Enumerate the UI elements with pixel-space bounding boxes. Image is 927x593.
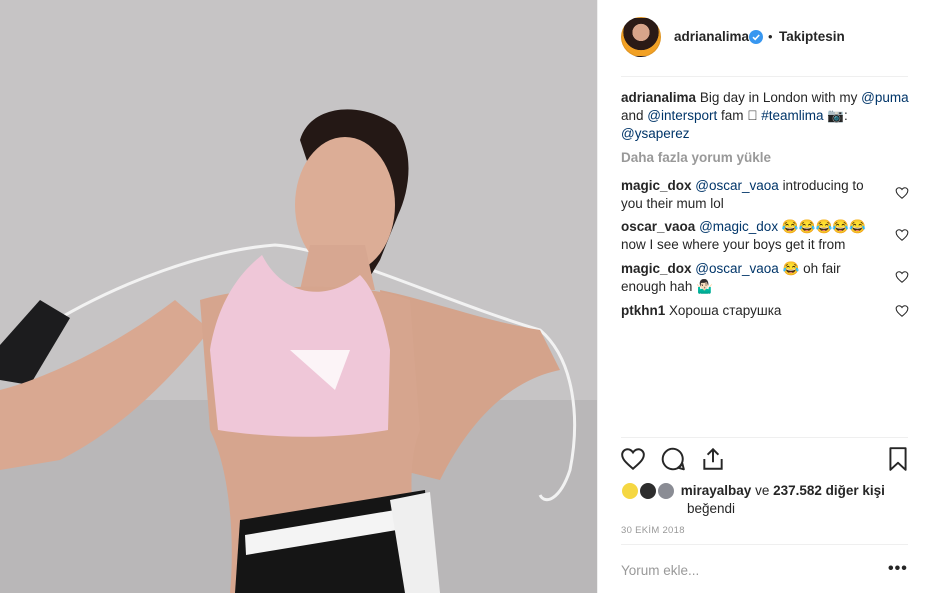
- caption-text: and: [621, 108, 644, 123]
- mention-link[interactable]: @ysaperez: [621, 126, 689, 141]
- more-options-button[interactable]: •••: [888, 560, 908, 578]
- comment-username[interactable]: magic_dox: [621, 261, 692, 276]
- likes-connector: ve: [755, 483, 770, 498]
- author-username[interactable]: adrianalima: [674, 29, 749, 44]
- comment-like-heart-icon[interactable]: [895, 228, 909, 242]
- divider: [621, 437, 908, 438]
- caption-text: Big day in London with my: [699, 90, 858, 105]
- hashtag-link[interactable]: #teamlima: [761, 108, 823, 123]
- comment-text: Хороша старушка: [669, 303, 782, 318]
- liker-username[interactable]: mirayalbay: [681, 483, 752, 498]
- comment-like-heart-icon[interactable]: [895, 270, 909, 284]
- comment-item: oscar_vaoa @magic_dox 😂😂😂😂😂 now I see wh…: [621, 218, 876, 254]
- post-header: adrianalima • Takiptesin: [598, 0, 927, 76]
- comment-like-heart-icon[interactable]: [895, 304, 909, 318]
- caption-text: 📷:: [827, 108, 848, 123]
- post-photo[interactable]: [0, 0, 597, 593]
- liker-avatar: [621, 482, 639, 501]
- load-more-comments-button[interactable]: Daha fazla yorum yükle: [621, 150, 771, 165]
- heart-icon[interactable]: [620, 446, 646, 472]
- mention-link[interactable]: @magic_dox: [699, 219, 778, 234]
- likes-count[interactable]: 237.582 diğer kişi: [773, 483, 885, 498]
- divider: [621, 76, 908, 77]
- comment-username[interactable]: ptkhn1: [621, 303, 665, 318]
- mention-link[interactable]: @puma: [861, 90, 908, 105]
- liker-avatar: [657, 482, 675, 501]
- mention-link[interactable]: @oscar_vaoa: [695, 261, 779, 276]
- divider: [621, 544, 908, 545]
- comment-username[interactable]: oscar_vaoa: [621, 219, 695, 234]
- author-avatar[interactable]: [621, 17, 661, 57]
- comment-input[interactable]: Yorum ekle...: [621, 563, 699, 578]
- likes-summary: mirayalbay ve 237.582 diğer kişi beğendi: [621, 482, 911, 518]
- post-side-panel: adrianalima • Takiptesin adrianalima Big…: [597, 0, 927, 593]
- comment-item: magic_dox @oscar_vaoa 😂 oh fair enough h…: [621, 260, 876, 296]
- photo-illustration: [0, 0, 597, 593]
- mention-link[interactable]: @intersport: [647, 108, 717, 123]
- caption-username[interactable]: adrianalima: [621, 90, 696, 105]
- mention-link[interactable]: @oscar_vaoa: [695, 178, 779, 193]
- header-separator: •: [768, 29, 773, 44]
- verified-badge-icon: [749, 30, 763, 44]
- likes-suffix: beğendi: [687, 501, 736, 517]
- following-button[interactable]: Takiptesin: [779, 29, 845, 44]
- comment-bubble-icon[interactable]: [660, 446, 686, 472]
- caption-text: fam 🏻: [721, 108, 758, 123]
- liker-avatar: [639, 482, 657, 501]
- post-caption: adrianalima Big day in London with my @p…: [621, 89, 911, 143]
- post-action-bar: [598, 446, 927, 476]
- comment-item: ptkhn1 Хороша старушка: [621, 302, 876, 320]
- post-date[interactable]: 30 EKİM 2018: [621, 525, 685, 536]
- share-icon[interactable]: [700, 446, 726, 472]
- comment-item: magic_dox @oscar_vaoa introducing to you…: [621, 177, 876, 213]
- liker-avatars[interactable]: [621, 482, 677, 501]
- comment-like-heart-icon[interactable]: [895, 186, 909, 200]
- comment-username[interactable]: magic_dox: [621, 178, 692, 193]
- bookmark-icon[interactable]: [885, 446, 911, 472]
